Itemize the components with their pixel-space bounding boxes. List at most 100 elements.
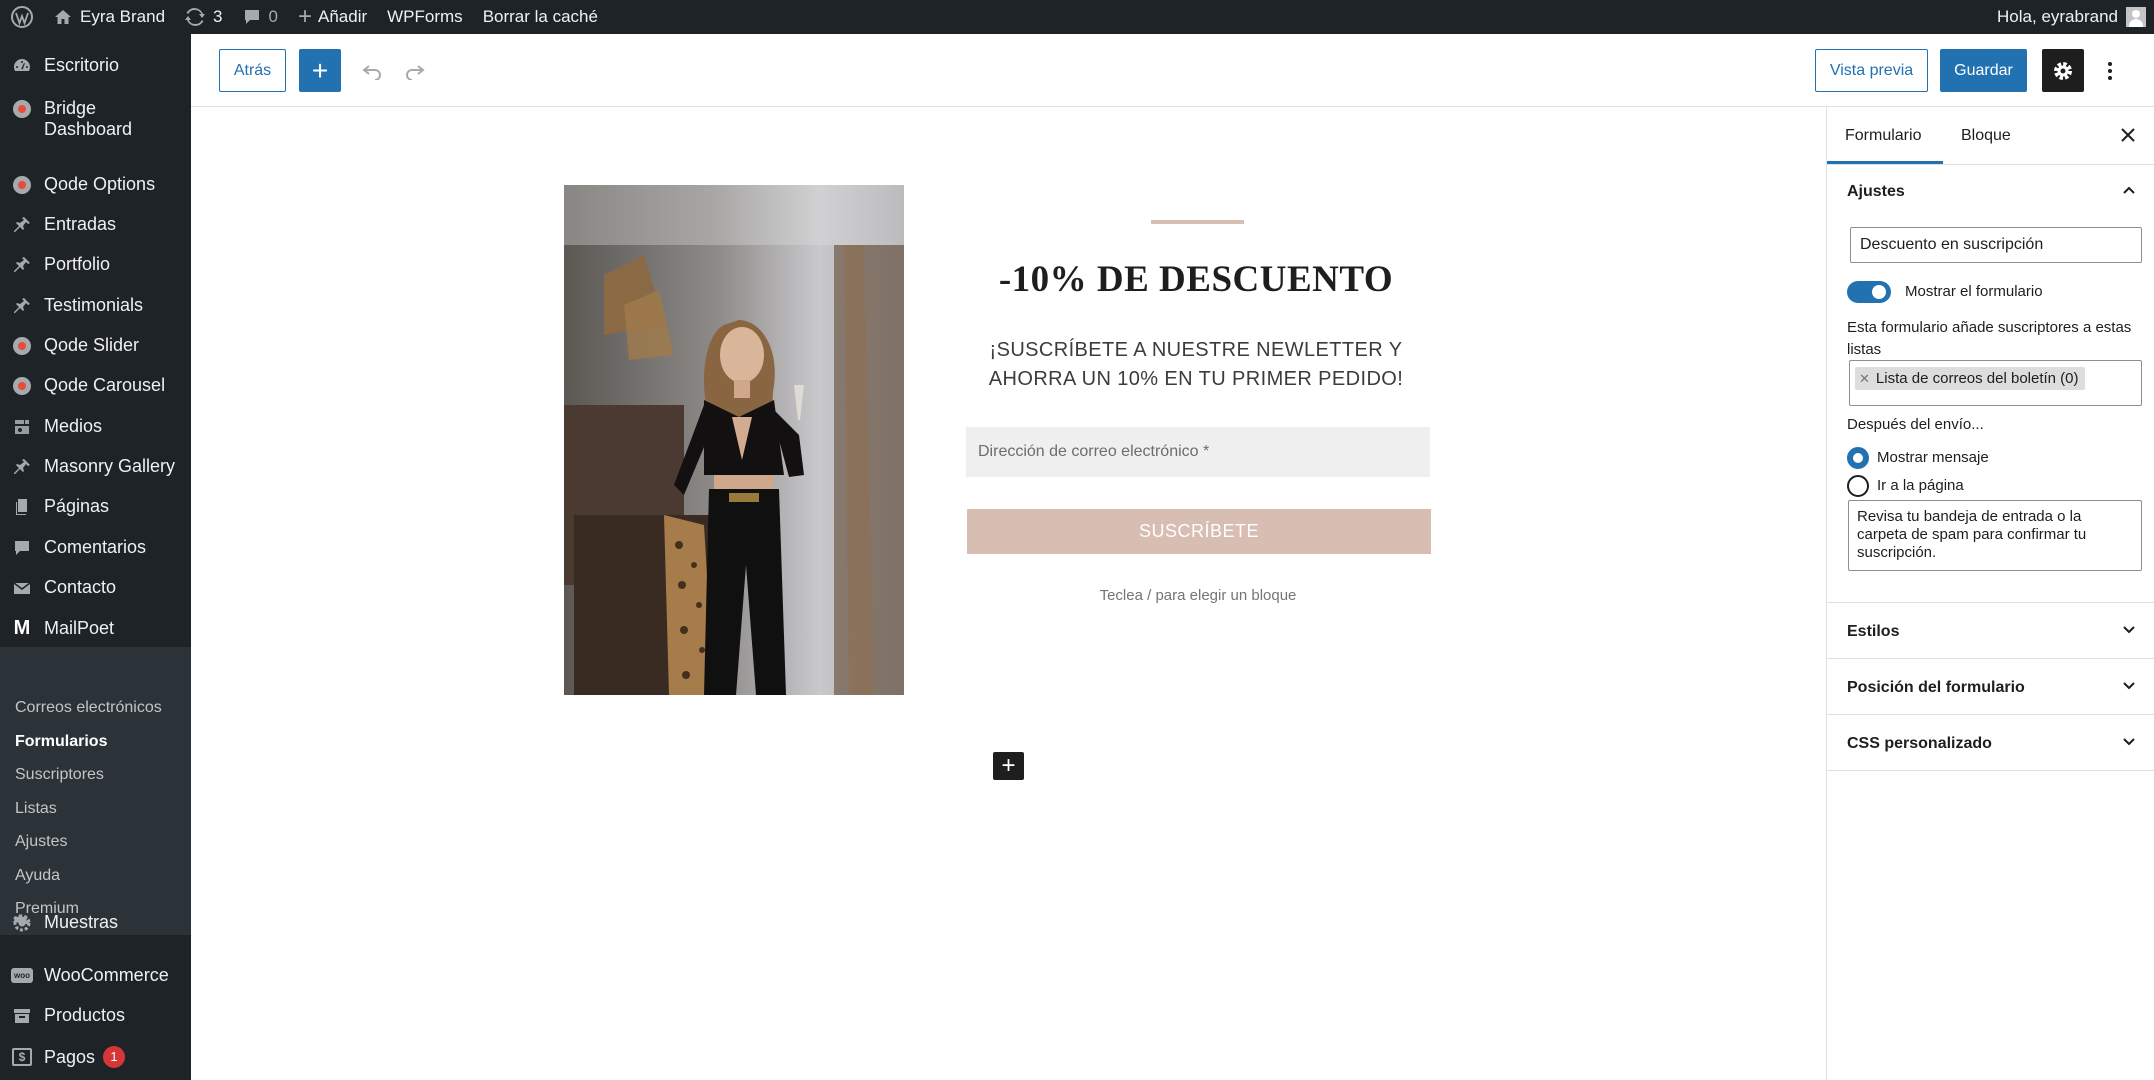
comment-icon (244, 10, 259, 24)
chevron-down-icon[interactable] (2122, 623, 2136, 642)
mailpoet-icon: M (13, 617, 31, 639)
sidebar-item-muestras[interactable]: Muestras (0, 912, 191, 933)
comments-link[interactable]: 0 (233, 0, 288, 34)
wpforms-label: WPForms (387, 7, 463, 26)
back-button[interactable]: Atrás (219, 49, 286, 92)
email-field[interactable]: Dirección de correo electrónico * (966, 427, 1430, 477)
sidebar-item-contacto[interactable]: Contacto (0, 577, 191, 598)
my-account-link[interactable]: Hola, eyrabrand (1987, 0, 2150, 34)
custom-css-section-title[interactable]: CSS personalizado (1847, 735, 1992, 753)
settings-button[interactable] (2042, 49, 2084, 92)
sidebar-item-label: Qode Slider (44, 335, 140, 355)
sidebar-item-comentarios[interactable]: Comentarios (0, 537, 191, 558)
form-heading[interactable]: -10% DE DESCUENTO (966, 258, 1426, 301)
settings-section-title[interactable]: Ajustes (1847, 183, 1905, 201)
position-section-title[interactable]: Posición del formulario (1847, 679, 2025, 697)
dashboard-icon (0, 56, 44, 76)
lists-selector[interactable]: ✕ Lista de correos del boletín (0) (1849, 360, 2142, 406)
chevron-down-icon[interactable] (2122, 735, 2136, 754)
tab-formulario[interactable]: Formulario (1845, 107, 1921, 164)
sidebar-item-mailpoet[interactable]: M MailPoet (0, 617, 191, 640)
more-options-button[interactable] (2095, 49, 2125, 92)
form-subtext[interactable]: ¡SUSCRÍBETE A NUESTRE NEWLETTER Y AHORRA… (966, 336, 1426, 394)
sidebar-item-label: Pagos (44, 1046, 96, 1067)
sidebar-item-bridge-dashboard[interactable]: Bridge Dashboard (0, 98, 191, 140)
panel-divider (1827, 602, 2154, 603)
sidebar-item-portfolio[interactable]: Portfolio (0, 254, 191, 275)
block-hint[interactable]: Teclea / para elegir un bloque (966, 587, 1430, 604)
submenu-correos[interactable]: Correos electrónicos (15, 699, 162, 717)
close-panel-button[interactable] (2116, 123, 2140, 147)
chevron-up-icon[interactable] (2122, 183, 2136, 202)
submenu-ajustes[interactable]: Ajustes (15, 833, 67, 851)
form-image[interactable] (564, 185, 904, 695)
sidebar-item-qode-slider[interactable]: Qode Slider (0, 335, 191, 356)
qode-icon (0, 336, 44, 355)
form-subtext-line2: AHORRA UN 10% EN TU PRIMER PEDIDO! (988, 368, 1404, 390)
sidebar-item-label: Muestras (44, 912, 119, 932)
pin-icon (0, 215, 44, 235)
undo-button[interactable] (351, 49, 393, 92)
submenu-suscriptores[interactable]: Suscriptores (15, 766, 104, 784)
sidebar-item-testimonials[interactable]: Testimonials (0, 295, 191, 316)
more-vertical-icon (2108, 61, 2112, 80)
chevron-down-icon[interactable] (2122, 679, 2136, 698)
site-name: Eyra Brand (80, 7, 166, 26)
add-new-link[interactable]: + Añadir (288, 0, 377, 34)
clear-cache-link[interactable]: Borrar la caché (473, 0, 608, 34)
sidebar-item-escritorio[interactable]: Escritorio (0, 55, 191, 76)
show-message-radio[interactable] (1847, 447, 1869, 469)
plus-icon: + (297, 3, 312, 30)
form-name-input[interactable]: Descuento en suscripción (1850, 227, 2142, 263)
submenu-formularios[interactable]: Formularios (15, 733, 107, 751)
redo-button[interactable] (394, 49, 436, 92)
success-message-textarea[interactable]: Revisa tu bandeja de entrada o la carpet… (1848, 500, 2142, 571)
sidebar-item-label: Testimonials (44, 295, 144, 315)
sidebar-item-productos[interactable]: Productos (0, 1005, 191, 1026)
show-message-label: Mostrar mensaje (1877, 449, 1989, 466)
sidebar-item-pagos[interactable]: $ Pagos 1 (0, 1046, 191, 1068)
updates-count: 3 (213, 7, 223, 26)
add-block-button[interactable]: + (299, 49, 341, 92)
gear-icon (0, 913, 44, 933)
save-button[interactable]: Guardar (1940, 49, 2027, 92)
wordpress-logo-icon[interactable] (0, 0, 44, 34)
mailpoet-submenu: Correos electrónicos Formularios Suscrip… (0, 689, 191, 935)
sidebar-item-label: Comentarios (44, 537, 147, 557)
woo-icon: woo (0, 968, 44, 983)
sidebar-item-masonry-gallery[interactable]: Masonry Gallery (0, 456, 191, 477)
gear-icon (2054, 61, 2072, 80)
sidebar-item-woocommerce[interactable]: woo WooCommerce (0, 965, 191, 986)
updates-link[interactable]: 3 (175, 0, 232, 34)
tab-bloque[interactable]: Bloque (1961, 107, 2011, 164)
media-icon (0, 417, 44, 437)
comments-icon (0, 538, 44, 558)
site-name-link[interactable]: Eyra Brand (44, 0, 175, 34)
wpforms-link[interactable]: WPForms (377, 0, 473, 34)
qode-icon (0, 175, 44, 194)
sidebar-item-qode-carousel[interactable]: Qode Carousel (0, 375, 191, 396)
inline-add-block-button[interactable]: + (993, 752, 1024, 780)
sidebar-item-qode-options[interactable]: Qode Options (0, 174, 191, 195)
admin-bar: Eyra Brand 3 0 + Añadir WPForms Borrar l… (0, 0, 2154, 34)
submenu-ayuda[interactable]: Ayuda (15, 867, 60, 885)
list-token: ✕ Lista de correos del boletín (0) (1855, 367, 2085, 390)
sidebar-item-label: Qode Carousel (44, 375, 166, 395)
submenu-listas[interactable]: Listas (15, 800, 57, 818)
sidebar-item-medios[interactable]: Medios (0, 416, 191, 437)
settings-panel: Formulario Bloque Ajustes Descuento en s… (1826, 107, 2154, 1080)
subscribe-button[interactable]: SUSCRÍBETE (967, 509, 1431, 554)
sidebar-item-entradas[interactable]: Entradas (0, 214, 191, 235)
go-to-page-radio[interactable] (1847, 475, 1869, 497)
lists-label: Esta formulario añade suscriptores a est… (1847, 319, 2132, 358)
decorative-divider (1151, 220, 1244, 224)
sidebar-item-label: Portfolio (44, 254, 111, 274)
remove-token-icon[interactable]: ✕ (1859, 371, 1870, 387)
styles-section-title[interactable]: Estilos (1847, 623, 1899, 641)
sidebar-item-label: MailPoet (44, 618, 115, 638)
plus-icon: + (1001, 752, 1016, 779)
sidebar-item-label: Qode Options (44, 174, 156, 194)
sidebar-item-paginas[interactable]: Páginas (0, 496, 191, 517)
preview-button[interactable]: Vista previa (1815, 49, 1928, 92)
show-form-toggle[interactable] (1847, 281, 1891, 303)
